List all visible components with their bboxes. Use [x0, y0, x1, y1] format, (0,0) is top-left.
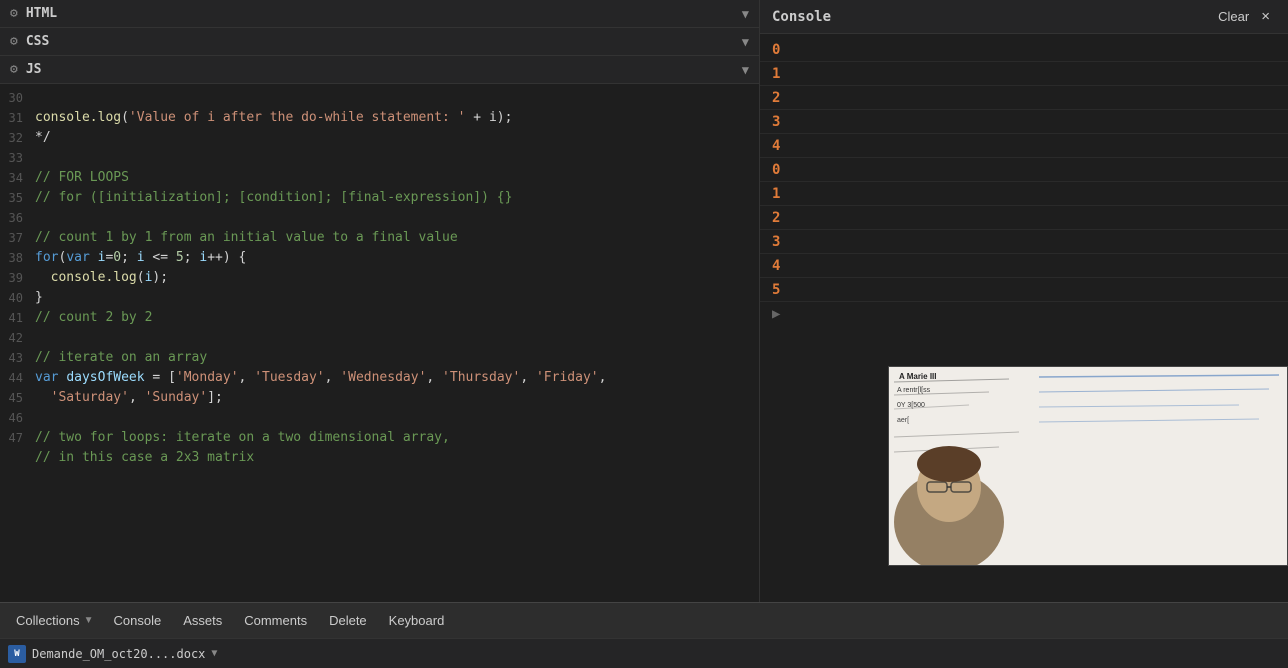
delete-button[interactable]: Delete: [319, 609, 377, 632]
code-line: // in this case a 2x3 matrix: [0, 448, 759, 468]
console-line: 2: [760, 206, 1288, 230]
console-line: 1: [760, 182, 1288, 206]
code-panel: ⚙ HTML ▼ ⚙ CSS ▼ ⚙ JS ▼ 30 31 consol: [0, 0, 760, 602]
chevron-html-icon: ▼: [742, 7, 749, 21]
css-section-header[interactable]: ⚙ CSS ▼: [0, 28, 759, 56]
code-line: 36: [0, 208, 759, 228]
code-line: 44 var daysOfWeek = ['Monday', 'Tuesday'…: [0, 368, 759, 388]
code-line: 43 // iterate on an array: [0, 348, 759, 368]
video-overlay: A Marie III A rentr[l[ss 0Y 3[500 aer[: [888, 366, 1288, 566]
console-line: 1: [760, 62, 1288, 86]
gear-icon-js: ⚙: [10, 62, 18, 77]
code-line: 42: [0, 328, 759, 348]
file-chevron-icon: ▼: [211, 648, 217, 659]
collections-button[interactable]: Collections ▼: [8, 609, 102, 632]
console-line: 0: [760, 38, 1288, 62]
console-line: 0: [760, 158, 1288, 182]
code-line: 33: [0, 148, 759, 168]
console-tab-button[interactable]: Console: [104, 609, 172, 632]
console-prompt-line[interactable]: ▶: [760, 302, 1288, 326]
html-section-header[interactable]: ⚙ HTML ▼: [0, 0, 759, 28]
whiteboard-background: A Marie III A rentr[l[ss 0Y 3[500 aer[: [889, 367, 1287, 565]
comments-button[interactable]: Comments: [234, 609, 317, 632]
gear-icon-css: ⚙: [10, 34, 18, 49]
code-line: 40 }: [0, 288, 759, 308]
code-editor[interactable]: 30 31 console.log('Value of i after the …: [0, 84, 759, 602]
assets-button[interactable]: Assets: [173, 609, 232, 632]
bottom-toolbar: Collections ▼ Console Assets Comments De…: [0, 602, 1288, 638]
code-line: 41 // count 2 by 2: [0, 308, 759, 328]
keyboard-button[interactable]: Keyboard: [379, 609, 455, 632]
code-line: 39 console.log(i);: [0, 268, 759, 288]
code-line: 35 // for ([initialization]; [condition]…: [0, 188, 759, 208]
chevron-css-icon: ▼: [742, 35, 749, 49]
file-word-icon: W: [8, 645, 26, 663]
console-line: 4: [760, 254, 1288, 278]
gear-icon-html: ⚙: [10, 6, 18, 21]
code-line: 45 'Saturday', 'Sunday'];: [0, 388, 759, 408]
js-section-title: JS: [26, 62, 742, 77]
css-section-title: CSS: [26, 34, 742, 49]
code-line: 38 for(var i=0; i <= 5; i++) {: [0, 248, 759, 268]
code-line: 32 */: [0, 128, 759, 148]
console-line: 4: [760, 134, 1288, 158]
code-line: 46: [0, 408, 759, 428]
console-line: 5: [760, 278, 1288, 302]
close-button[interactable]: ×: [1255, 6, 1276, 27]
chevron-js-icon: ▼: [742, 63, 749, 77]
console-header: Console Clear ×: [760, 0, 1288, 34]
file-bar: W Demande_OM_oct20....docx ▼: [0, 638, 1288, 668]
console-line: 2: [760, 86, 1288, 110]
console-prompt-icon: ▶: [760, 306, 780, 322]
code-line: 34 // FOR LOOPS: [0, 168, 759, 188]
code-line: 31 console.log('Value of i after the do-…: [0, 108, 759, 128]
clear-button[interactable]: Clear: [1212, 7, 1255, 26]
html-section-title: HTML: [26, 6, 742, 21]
code-line: 30: [0, 88, 759, 108]
code-line: 37 // count 1 by 1 from an initial value…: [0, 228, 759, 248]
code-line: 47 // two for loops: iterate on a two di…: [0, 428, 759, 448]
file-name: Demande_OM_oct20....docx: [32, 647, 205, 661]
collections-dropdown-icon: ▼: [84, 615, 94, 626]
collections-label: Collections: [16, 613, 80, 628]
console-line: 3: [760, 230, 1288, 254]
console-line: 3: [760, 110, 1288, 134]
console-title: Console: [772, 9, 1212, 25]
js-section-header[interactable]: ⚙ JS ▼: [0, 56, 759, 84]
